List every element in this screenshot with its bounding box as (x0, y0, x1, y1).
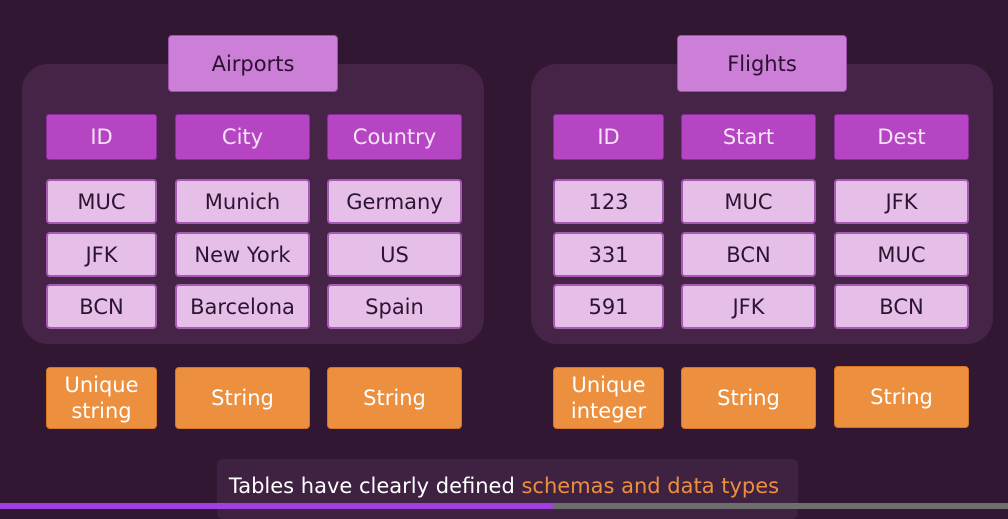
airports-type-city: String (175, 367, 310, 429)
table-cell: Spain (327, 284, 462, 329)
table-cell: Germany (327, 179, 462, 224)
type-label-line: integer (570, 399, 647, 423)
table-cell: JFK (681, 284, 816, 329)
airports-col-id: ID (46, 114, 157, 160)
type-label-line: string (71, 399, 132, 423)
type-label-line: Unique (571, 373, 646, 397)
airports-type-country: String (327, 367, 462, 429)
airports-type-id: Unique string (46, 367, 157, 429)
table-cell: JFK (46, 232, 157, 277)
caption-text: Tables have clearly defined (228, 474, 522, 498)
table-cell: Munich (175, 179, 310, 224)
table-cell: US (327, 232, 462, 277)
flights-col-id: ID (553, 114, 664, 160)
progress-bar-fill (0, 503, 555, 509)
table-cell: BCN (834, 284, 969, 329)
table-cell: MUC (834, 232, 969, 277)
type-label-line: Unique (64, 373, 139, 397)
flights-col-start: Start (681, 114, 816, 160)
flights-type-dest: String (834, 366, 969, 428)
airports-table-title: Airports (168, 35, 338, 92)
table-cell: 591 (553, 284, 664, 329)
caption-highlight: schemas and data types (521, 474, 780, 498)
progress-bar[interactable] (0, 503, 1008, 509)
airports-col-country: Country (327, 114, 462, 160)
flights-col-dest: Dest (834, 114, 969, 160)
flights-type-id: Unique integer (553, 367, 664, 429)
table-cell: 331 (553, 232, 664, 277)
table-cell: BCN (46, 284, 157, 329)
table-cell: BCN (681, 232, 816, 277)
table-cell: JFK (834, 179, 969, 224)
table-cell: 123 (553, 179, 664, 224)
flights-type-start: String (681, 367, 816, 429)
table-cell: MUC (46, 179, 157, 224)
flights-table-title: Flights (677, 35, 847, 92)
table-cell: MUC (681, 179, 816, 224)
table-cell: New York (175, 232, 310, 277)
table-cell: Barcelona (175, 284, 310, 329)
caption: Tables have clearly defined schemas and … (0, 474, 1008, 498)
airports-col-city: City (175, 114, 310, 160)
